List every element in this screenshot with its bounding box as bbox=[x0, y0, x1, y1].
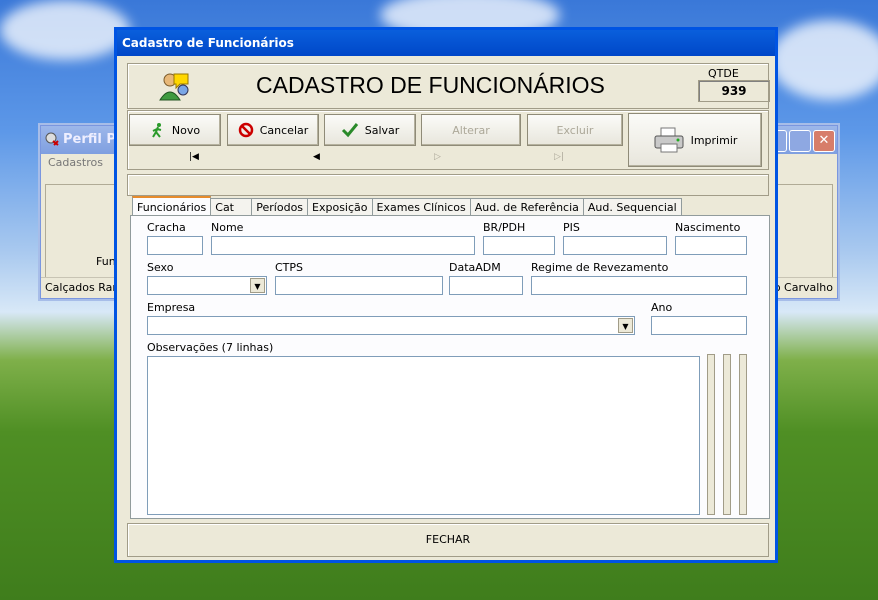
excluir-button[interactable]: Excluir bbox=[527, 114, 623, 146]
ctps-field[interactable] bbox=[275, 276, 443, 295]
br-pdh-label: BR/PDH bbox=[483, 221, 526, 234]
tab-bar: Funcionários Cat Períodos Exposição Exam… bbox=[132, 196, 682, 217]
qtde-label: QTDE bbox=[708, 67, 739, 80]
alterar-button[interactable]: Alterar bbox=[421, 114, 521, 146]
nav-prev-button[interactable]: ◀ bbox=[313, 152, 320, 162]
ano-field[interactable] bbox=[651, 316, 747, 335]
maximize-button[interactable] bbox=[789, 130, 811, 152]
excluir-label: Excluir bbox=[556, 123, 594, 137]
menu-cadastros[interactable]: Cadastros bbox=[48, 156, 103, 169]
cracha-label: Cracha bbox=[147, 221, 186, 234]
cancel-icon bbox=[238, 122, 253, 138]
close-icon[interactable]: ✕ bbox=[813, 130, 835, 152]
cancelar-label: Cancelar bbox=[259, 123, 309, 137]
scroll-bar[interactable] bbox=[707, 354, 715, 515]
cracha-field[interactable] bbox=[147, 236, 203, 255]
tab-periodos[interactable]: Períodos bbox=[251, 198, 309, 216]
data-adm-field[interactable] bbox=[449, 276, 523, 295]
observacoes-field[interactable] bbox=[147, 356, 700, 515]
main-window[interactable]: Cadastro de Funcionários CADASTRO DE FUN… bbox=[114, 27, 778, 563]
chevron-down-icon[interactable]: ▼ bbox=[250, 278, 265, 293]
window-title: Cadastro de Funcionários bbox=[122, 36, 294, 50]
tab-exposicao[interactable]: Exposição bbox=[307, 198, 373, 216]
scroll-bar[interactable] bbox=[723, 354, 731, 515]
regime-field[interactable] bbox=[531, 276, 747, 295]
novo-label: Novo bbox=[171, 123, 201, 137]
tab-cat[interactable]: Cat bbox=[210, 198, 253, 216]
imprimir-label: Imprimir bbox=[690, 133, 738, 147]
background-item-label[interactable]: Fun bbox=[96, 255, 116, 268]
fechar-button[interactable]: FECHAR bbox=[127, 523, 769, 557]
pis-field[interactable] bbox=[563, 236, 667, 255]
tab-funcionarios[interactable]: Funcionários bbox=[132, 196, 212, 217]
users-icon bbox=[159, 73, 189, 101]
nav-last-button[interactable]: ▷| bbox=[554, 152, 564, 162]
checkmark-icon bbox=[341, 123, 358, 138]
ctps-label: CTPS bbox=[275, 261, 304, 274]
novo-button[interactable]: Novo bbox=[129, 114, 221, 146]
nascimento-label: Nascimento bbox=[675, 221, 741, 234]
tab-aud-sequencial[interactable]: Aud. Sequencial bbox=[582, 198, 682, 216]
nav-first-button[interactable]: |◀ bbox=[189, 152, 199, 162]
nascimento-field[interactable] bbox=[675, 236, 747, 255]
observacoes-label: Observações (7 linhas) bbox=[147, 341, 274, 354]
app-icon bbox=[45, 132, 59, 146]
imprimir-button[interactable]: Imprimir bbox=[628, 113, 762, 167]
sexo-label: Sexo bbox=[147, 261, 174, 274]
nav-next-button[interactable]: ▷ bbox=[434, 152, 441, 162]
nome-field[interactable] bbox=[211, 236, 475, 255]
regime-label: Regime de Revezamento bbox=[531, 261, 669, 274]
tab-aud-referencia[interactable]: Aud. de Referência bbox=[469, 198, 584, 216]
printer-icon bbox=[654, 127, 684, 153]
alterar-label: Alterar bbox=[452, 123, 490, 137]
fechar-label: FECHAR bbox=[425, 533, 471, 546]
salvar-label: Salvar bbox=[364, 123, 400, 137]
status-right: o Carvalho bbox=[773, 281, 833, 294]
br-pdh-field[interactable] bbox=[483, 236, 555, 255]
empresa-select[interactable]: ▼ bbox=[147, 316, 635, 335]
data-adm-label: DataADM bbox=[449, 261, 501, 274]
qtde-value: 939 bbox=[698, 80, 770, 102]
walking-man-icon bbox=[152, 123, 162, 138]
salvar-button[interactable]: Salvar bbox=[324, 114, 416, 146]
tab-content: Cracha Nome BR/PDH PIS Nascimento Sexo ▼… bbox=[130, 215, 770, 519]
window-titlebar[interactable]: Cadastro de Funcionários bbox=[117, 30, 775, 56]
tab-exames-clinicos[interactable]: Exames Clínicos bbox=[371, 198, 471, 216]
nome-label: Nome bbox=[211, 221, 244, 234]
page-title: CADASTRO DE FUNCIONÁRIOS bbox=[256, 72, 605, 98]
sexo-select[interactable]: ▼ bbox=[147, 276, 267, 295]
info-strip bbox=[127, 174, 769, 196]
scroll-bar[interactable] bbox=[739, 354, 747, 515]
pis-label: PIS bbox=[563, 221, 580, 234]
empresa-label: Empresa bbox=[147, 301, 196, 314]
ano-label: Ano bbox=[651, 301, 673, 314]
chevron-down-icon[interactable]: ▼ bbox=[618, 318, 633, 333]
cancelar-button[interactable]: Cancelar bbox=[227, 114, 319, 146]
header-panel: CADASTRO DE FUNCIONÁRIOS QTDE 939 bbox=[127, 63, 770, 109]
